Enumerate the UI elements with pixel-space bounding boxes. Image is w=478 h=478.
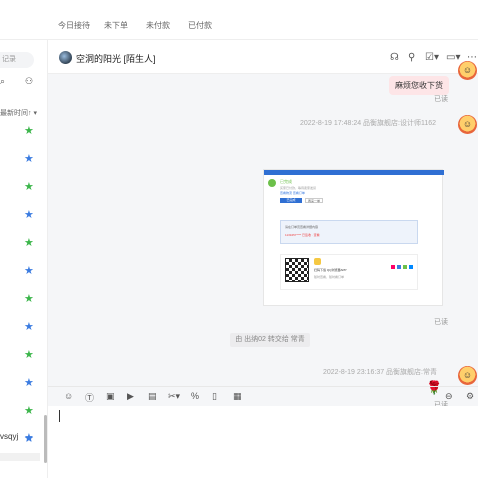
order-card-image[interactable]: 已完成 买家已付款，等待卖家发货 查看物流 查看订单 已完成 再来一单 请在订单… xyxy=(263,169,444,306)
qr-code xyxy=(285,258,309,282)
star-icon[interactable]: ★ xyxy=(24,406,34,417)
headset-icon[interactable]: ☊ xyxy=(390,52,399,63)
star-icon[interactable]: ★ xyxy=(24,238,34,249)
star-icon[interactable]: ★ xyxy=(24,154,34,165)
read-status: 已读 xyxy=(434,96,448,103)
video-dropdown-icon[interactable]: ▭▾ xyxy=(446,52,460,63)
card-line1: 买家已付款，等待卖家发货 xyxy=(280,186,317,190)
avatar: ☺ xyxy=(458,115,477,134)
share-icon[interactable]: ⚇ xyxy=(25,76,33,87)
message-bubble[interactable]: 麻烦您收下货 xyxy=(389,76,449,95)
input-toolbar: ☺ Ⓣ ▣ ▶ ▤ ✂▾ % ▯ ▦ ⊖ ⚙ xyxy=(48,386,478,406)
card-qr-box: 扫码下载 QQ浏览器APP 随时查看，随时看订单 xyxy=(280,254,418,290)
social-icon xyxy=(403,265,407,269)
search-input[interactable]: 记录 xyxy=(0,52,34,68)
invoice-icon[interactable]: ▦ xyxy=(233,391,242,402)
tab-paid[interactable]: 已付款 xyxy=(188,20,212,31)
star-icon[interactable]: ★ xyxy=(24,378,34,389)
social-icon xyxy=(409,265,413,269)
social-icon xyxy=(391,265,395,269)
message-meta: 2022-8-19 23:16:37 品衡旗舰店:常青 xyxy=(323,369,437,376)
sidebar-scrollbar[interactable] xyxy=(44,415,47,463)
chat-title: 空洞的阳光 [陌生人] xyxy=(76,54,156,64)
search-person-icon[interactable]: ⌕ xyxy=(0,76,5,87)
discount-icon[interactable]: % xyxy=(191,391,199,401)
card-info-box: 请在订单页查看详细内容 1139457**** 已签收 · 查看 xyxy=(280,220,418,244)
qr-title: 扫码下载 QQ浏览器APP xyxy=(314,268,347,272)
message-list: ☺ 麻烦您收下货 已读 2022-8-19 17:48:24 品衡旗舰店:设计师… xyxy=(48,61,478,409)
sort-dropdown[interactable]: 最新时间↑ ▾ xyxy=(0,108,37,118)
text-cursor xyxy=(59,410,60,422)
qr-subtitle: 随时查看，随时看订单 xyxy=(314,275,345,279)
video-icon[interactable]: ▶ xyxy=(127,391,134,402)
tab-today[interactable]: 今日接待 xyxy=(58,20,90,31)
card-address: 1139457**** 已签收 · 查看 xyxy=(285,233,320,237)
star-icon[interactable]: ★ xyxy=(24,350,34,361)
tab-unordered[interactable]: 未下单 xyxy=(104,20,128,31)
file-icon[interactable]: ▤ xyxy=(148,391,157,402)
star-icon[interactable]: ★ xyxy=(24,294,34,305)
avatar: ☺ xyxy=(458,366,477,385)
tab-unpaid[interactable]: 未付款 xyxy=(146,20,170,31)
top-tab-bar: 今日接待 未下单 未付款 已付款 xyxy=(0,0,478,40)
read-status: 已读 xyxy=(434,319,448,326)
social-icon xyxy=(397,265,401,269)
sidebar: 记录 ⌕ ⚇ 最新时间↑ ▾ ★ ★ ★ ★ ★ ★ ★ ★ ★ ★ ★ ★ ★ vsqyj xyxy=(0,40,48,478)
star-icon[interactable]: ★ xyxy=(24,126,34,137)
card-button-primary: 已完成 xyxy=(280,198,302,203)
checkbox-dropdown-icon[interactable]: ☑▾ xyxy=(425,52,439,63)
card-header-bar xyxy=(264,170,444,175)
card-status: 已完成 xyxy=(280,179,292,184)
star-icon[interactable]: ★ xyxy=(24,433,34,444)
avatar[interactable] xyxy=(59,51,72,64)
check-icon xyxy=(268,179,276,187)
scissors-icon[interactable]: ✂▾ xyxy=(168,391,180,402)
avatar: ☺ xyxy=(458,61,477,80)
app-icon xyxy=(314,258,321,265)
send-history-icon[interactable]: ⊖ xyxy=(445,391,453,402)
star-icon[interactable]: ★ xyxy=(24,182,34,193)
order-icon[interactable]: ▯ xyxy=(212,391,217,402)
emoji-icon[interactable]: ☺ xyxy=(64,391,73,401)
person-icon[interactable]: ⚲ xyxy=(408,52,415,63)
card-line2: 查看物流 查看订单 xyxy=(280,191,305,195)
text-icon[interactable]: Ⓣ xyxy=(85,391,94,404)
card-info-text: 请在订单页查看详细内容 xyxy=(285,225,319,229)
chat-panel: 空洞的阳光 [陌生人] ☊ ⚲ ☑▾ ▭▾ ⋯ ☺ 麻烦您收下货 已读 2022… xyxy=(48,40,478,478)
settings-icon[interactable]: ⚙ xyxy=(466,391,474,402)
contact-name[interactable]: vsqyj xyxy=(0,432,18,441)
card-button-secondary: 再来一单 xyxy=(305,198,323,203)
message-meta: 2022-8-19 17:48:24 品衡旗舰店:设计师1162 xyxy=(300,120,437,127)
system-notice: 由 出纳02 转交给 常青 xyxy=(230,333,310,347)
star-icon[interactable]: ★ xyxy=(24,322,34,333)
chat-header: 空洞的阳光 [陌生人] ☊ ⚲ ☑▾ ▭▾ ⋯ xyxy=(48,40,478,74)
message-input[interactable] xyxy=(48,406,478,478)
image-icon[interactable]: ▣ xyxy=(106,391,115,402)
star-icon[interactable]: ★ xyxy=(24,266,34,277)
star-icon[interactable]: ★ xyxy=(24,210,34,221)
sidebar-footer xyxy=(0,453,40,461)
